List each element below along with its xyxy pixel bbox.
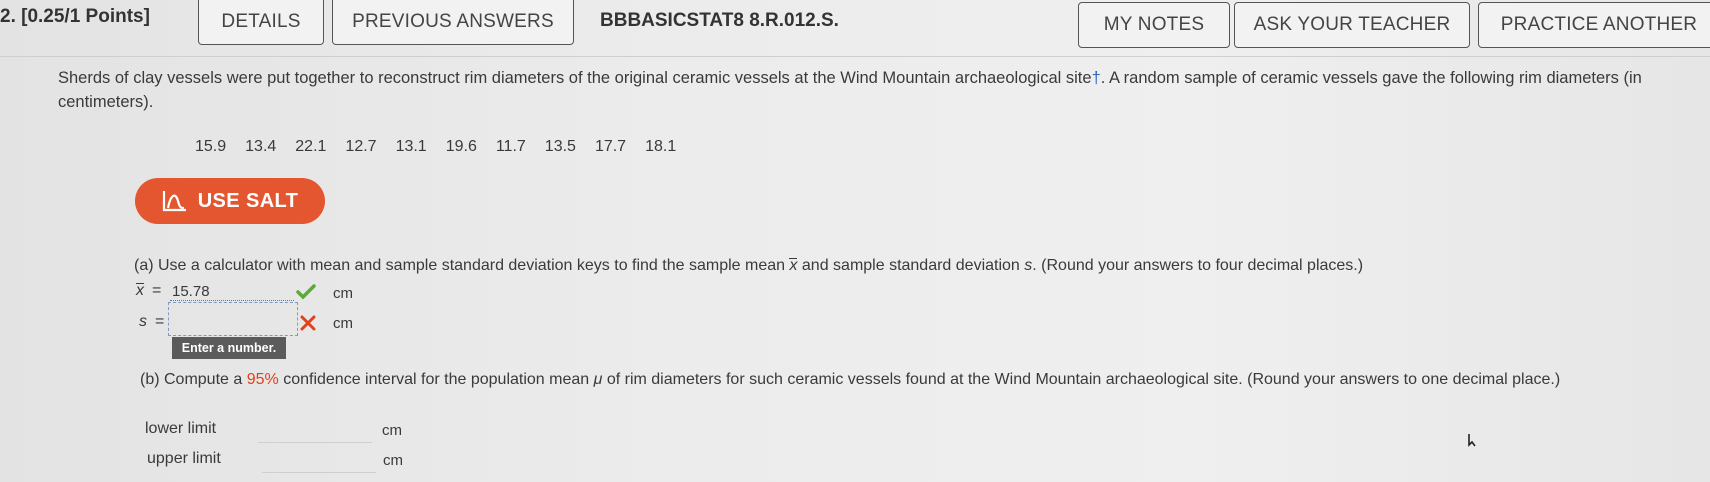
practice-another-button[interactable]: PRACTICE ANOTHER: [1478, 2, 1710, 48]
my-notes-button[interactable]: MY NOTES: [1078, 2, 1230, 48]
mean-label: x: [136, 282, 144, 299]
data-value: 19.6: [445, 138, 477, 155]
mean-unit: cm: [333, 285, 353, 302]
data-value: 13.4: [245, 138, 277, 155]
part-b-text-2: confidence interval for the population m…: [278, 371, 594, 388]
footnote-link[interactable]: †: [1092, 69, 1101, 87]
data-value: 15.9: [195, 138, 227, 155]
problem-code: BBBASICSTAT8 8.R.012.S.: [600, 10, 839, 31]
question-number: 2. [0.25/1 Points]: [0, 6, 150, 27]
data-value: 22.1: [295, 138, 327, 155]
use-salt-button[interactable]: USE SALT: [135, 178, 325, 224]
lower-limit-unit: cm: [382, 422, 402, 439]
upper-limit-unit: cm: [383, 452, 403, 469]
problem-statement: Sherds of clay vessels were put together…: [58, 66, 1698, 114]
lower-limit-input[interactable]: [258, 416, 372, 443]
mean-answer-value[interactable]: 15.78: [172, 283, 210, 300]
xbar-symbol: x: [789, 257, 798, 274]
data-values: 15.9 13.4 22.1 12.7 13.1 19.6 11.7 13.5 …: [195, 138, 676, 156]
tab-details[interactable]: DETAILS: [198, 0, 324, 45]
sd-input[interactable]: [168, 302, 298, 336]
part-b-text-1: (b) Compute a: [140, 371, 247, 388]
incorrect-icon: [300, 315, 316, 336]
input-tooltip: Enter a number.: [172, 337, 286, 359]
header-divider: [0, 56, 1710, 57]
sd-equals: =: [155, 313, 165, 330]
lower-limit-label: lower limit: [145, 420, 217, 437]
data-value: 11.7: [495, 138, 526, 155]
part-a-text-1: (a) Use a calculator with mean and sampl…: [134, 257, 790, 274]
data-value: 13.5: [544, 138, 576, 155]
check-icon: [296, 284, 316, 305]
problem-text-1: Sherds of clay vessels were put together…: [58, 69, 1092, 87]
mean-equals: =: [152, 282, 162, 299]
part-b-text-3: of rim diameters for such ceramic vessel…: [602, 371, 1561, 388]
part-a-prompt: (a) Use a calculator with mean and sampl…: [134, 257, 1674, 275]
data-value: 12.7: [345, 138, 377, 155]
data-value: 18.1: [645, 138, 677, 155]
part-a-text-2: and sample standard deviation: [797, 257, 1025, 274]
part-a-text-3: . (Round your answers to four decimal pl…: [1032, 257, 1364, 274]
sd-unit: cm: [333, 315, 353, 332]
question-header: 2. [0.25/1 Points] DETAILS PREVIOUS ANSW…: [0, 0, 1710, 54]
sd-label: s: [139, 313, 147, 330]
upper-limit-label: upper limit: [147, 450, 221, 467]
confidence-level: 95%: [246, 371, 279, 388]
salt-chart-icon: [162, 189, 188, 213]
part-b-prompt: (b) Compute a 95% confidence interval fo…: [140, 368, 1660, 392]
upper-limit-input[interactable]: [262, 446, 376, 473]
data-value: 13.1: [395, 138, 427, 155]
mouse-cursor-icon: [1467, 433, 1477, 452]
tab-previous-answers[interactable]: PREVIOUS ANSWERS: [332, 0, 574, 45]
ask-your-teacher-button[interactable]: ASK YOUR TEACHER: [1234, 2, 1470, 48]
mean-answer-underline: [170, 300, 294, 301]
use-salt-label: USE SALT: [197, 189, 299, 212]
data-value: 17.7: [594, 138, 627, 155]
